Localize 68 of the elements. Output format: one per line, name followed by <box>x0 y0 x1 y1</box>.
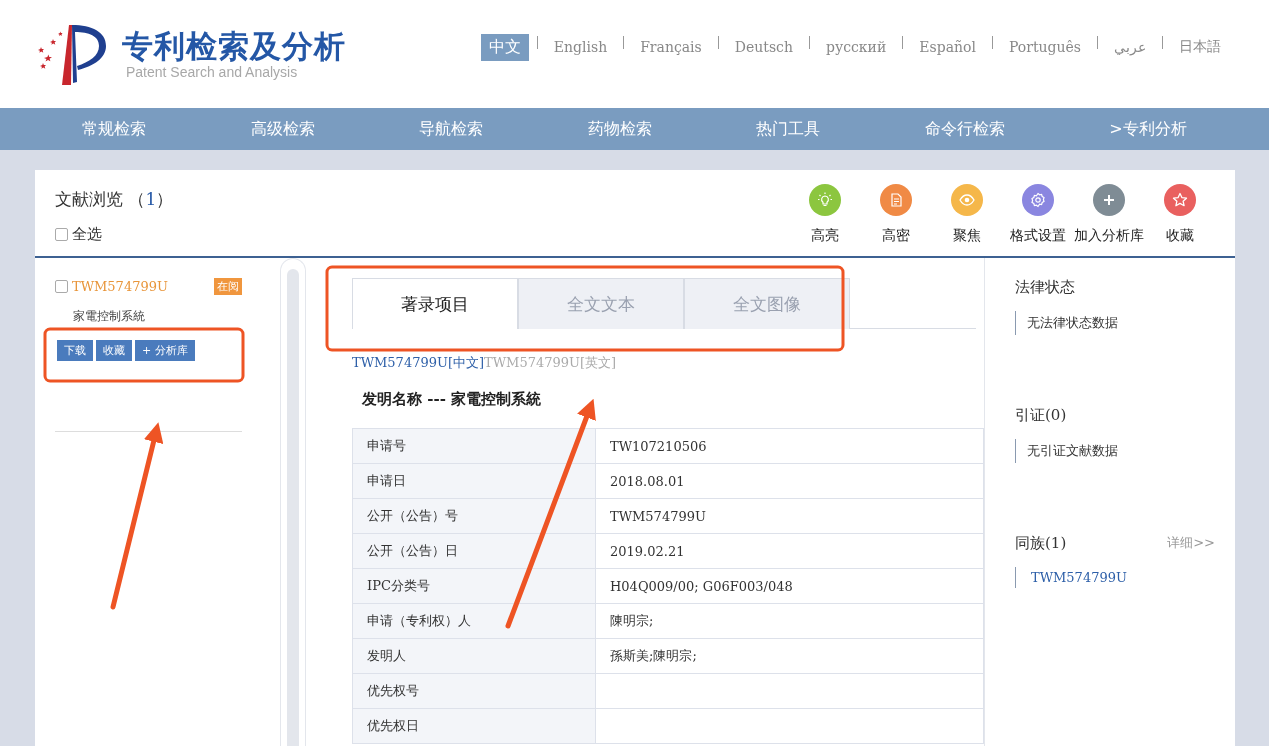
field-label-cell: 公开（公告）号 <box>352 498 596 534</box>
eye-icon[interactable] <box>950 184 983 216</box>
tab[interactable]: 全文文本 <box>518 278 684 329</box>
invention-name: 发明名称 --- 家電控制系統 <box>362 390 543 409</box>
tool-label[interactable]: 加入分析库 <box>1073 227 1144 245</box>
tool-label[interactable]: 收藏 <box>1165 227 1194 245</box>
language-link[interactable]: 日本語 <box>1171 35 1229 59</box>
nav-item[interactable]: 常规检索 <box>82 118 147 140</box>
nav-item[interactable]: 高级检索 <box>250 118 315 140</box>
tab[interactable]: 全文图像 <box>684 278 850 329</box>
result-title: 家電控制系統 <box>73 309 146 324</box>
result-checkbox[interactable] <box>55 280 68 293</box>
field-label-cell: 优先权日 <box>352 708 596 744</box>
language-link[interactable]: 中文 <box>480 33 529 61</box>
site-subtitle: Patent Search and Analysis <box>126 64 299 80</box>
field-label-cell: 优先权号 <box>352 673 596 709</box>
field-label-cell: 申请日 <box>352 463 596 499</box>
field-label-cell: 发明人 <box>352 638 596 674</box>
bulb-icon[interactable] <box>808 184 841 216</box>
details-link[interactable]: 详细>> <box>1167 534 1215 553</box>
field-value-cell: 孫斯美;陳明宗; <box>595 638 984 674</box>
document-icon[interactable] <box>879 184 912 216</box>
family-heading: 同族(1) <box>1015 534 1067 553</box>
field-value-cell: 2019.02.21 <box>595 533 984 569</box>
field-label-cell: 申请（专利权）人 <box>352 603 596 639</box>
language-version-link[interactable]: TWM574799U[英文] <box>484 354 617 372</box>
nav-item[interactable]: 药物检索 <box>587 118 652 140</box>
language-link[interactable]: English <box>545 36 616 58</box>
nav-item[interactable]: >专利分析 <box>1109 118 1187 140</box>
tab[interactable]: 著录项目 <box>352 278 518 329</box>
language-link[interactable]: عربي <box>1106 36 1154 58</box>
field-value-cell: 陳明宗; <box>595 603 984 639</box>
reading-badge: 在阅 <box>214 278 242 295</box>
language-version-link[interactable]: TWM574799U[中文] <box>352 354 485 372</box>
site-title: 专利检索及分析 <box>122 28 346 64</box>
language-link[interactable]: русский <box>818 36 895 58</box>
select-all-label: 全选 <box>72 225 102 244</box>
language-link[interactable]: Português <box>1000 36 1089 58</box>
language-link[interactable]: Français <box>632 36 710 58</box>
result-action-button[interactable]: 收藏 <box>96 340 132 361</box>
select-all-checkbox[interactable] <box>55 228 68 241</box>
nav-item[interactable]: 导航检索 <box>419 118 484 140</box>
citations-heading: 引证(0) <box>1015 406 1067 425</box>
field-label-cell: 申请号 <box>352 428 596 464</box>
nav-item[interactable]: 命令行检索 <box>924 118 1005 140</box>
field-value-cell: 2018.08.01 <box>595 463 984 499</box>
field-label-cell: 公开（公告）日 <box>352 533 596 569</box>
tool-label[interactable]: 聚焦 <box>952 227 981 245</box>
tool-label[interactable]: 高亮 <box>810 227 839 245</box>
settings-icon[interactable] <box>1021 184 1054 216</box>
result-action-button[interactable]: + 分析库 <box>135 340 195 361</box>
tool-label[interactable]: 格式设置 <box>1009 227 1066 245</box>
citations-text: 无引证文献数据 <box>1015 439 1215 463</box>
field-value-cell: TWM574799U <box>595 498 984 534</box>
nav-item[interactable]: 热门工具 <box>756 118 821 140</box>
result-link[interactable]: TWM574799U <box>72 279 168 294</box>
family-link[interactable]: TWM574799U <box>1015 567 1215 588</box>
tool-label[interactable]: 高密 <box>881 227 910 245</box>
language-link[interactable]: Español <box>911 36 984 58</box>
legal-status-heading: 法律状态 <box>1015 278 1075 297</box>
field-value-cell: TW107210506 <box>595 428 984 464</box>
field-value-cell: H04Q009/00; G06F003/048 <box>595 568 984 604</box>
plus-icon[interactable] <box>1092 184 1125 216</box>
result-action-button[interactable]: 下载 <box>57 340 93 361</box>
legal-status-text: 无法律状态数据 <box>1015 311 1215 335</box>
field-label-cell: IPC分类号 <box>352 568 596 604</box>
language-link[interactable]: Deutsch <box>726 36 801 58</box>
section-title: 文献浏览 （1） <box>55 188 174 211</box>
